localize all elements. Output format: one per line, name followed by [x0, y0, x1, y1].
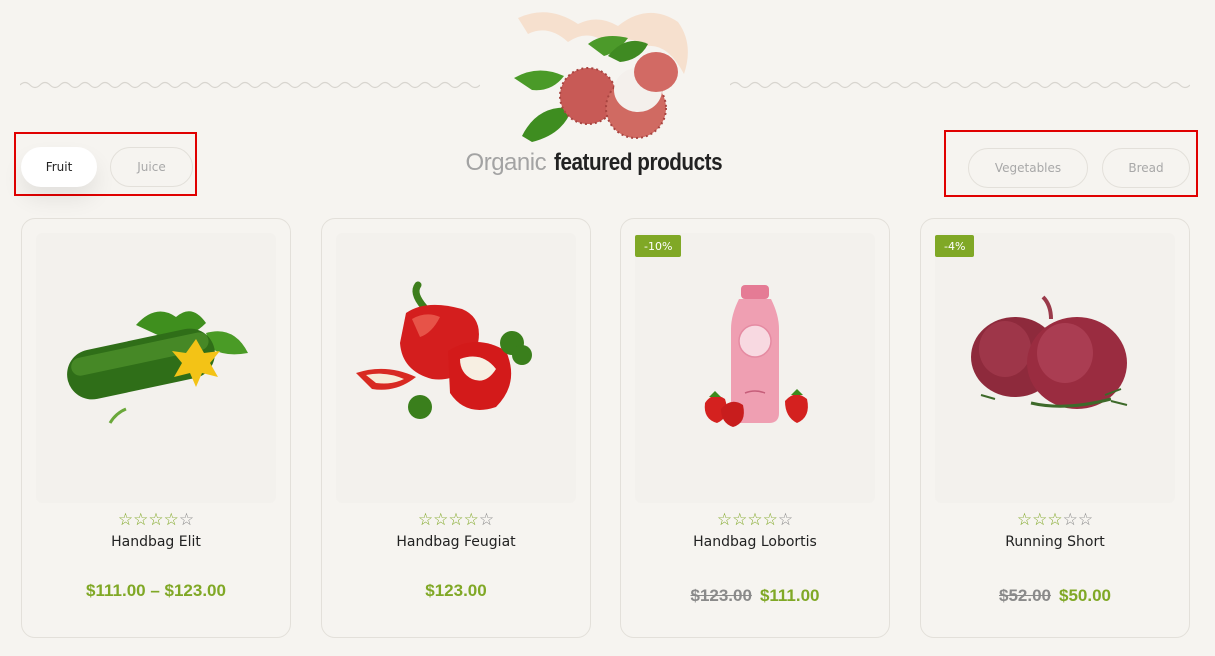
star-icon: ☆ [732, 510, 748, 530]
tab-bread-label: Bread [1128, 161, 1164, 175]
star-icon: ☆ [463, 510, 479, 530]
title-light-text: Organic [465, 149, 547, 176]
bell-pepper-image [356, 281, 532, 419]
star-icon: ☆ [1077, 510, 1094, 530]
product-price: $123.00 $111.00 [621, 586, 889, 606]
rating-stars: ☆☆☆☆☆ [22, 510, 290, 530]
star-icon: ☆ [133, 510, 149, 530]
star-icon: ☆ [1032, 510, 1048, 530]
discount-badge: -10% [635, 235, 682, 257]
current-price: $123.00 [425, 581, 487, 600]
product-price: $52.00 $50.00 [921, 586, 1189, 606]
star-icon: ☆ [1016, 510, 1033, 530]
wave-divider-left [20, 81, 480, 89]
current-price: $50.00 [1059, 586, 1111, 605]
current-price: $111.00 [759, 586, 820, 605]
star-icon: ☆ [716, 510, 733, 530]
star-icon: ☆ [478, 510, 495, 530]
product-image[interactable] [935, 233, 1175, 503]
star-icon: ☆ [178, 510, 195, 530]
star-icon: ☆ [777, 510, 794, 530]
wave-divider-right [730, 81, 1190, 89]
lychee-hero-image [514, 12, 688, 142]
star-icon: ☆ [747, 510, 763, 530]
star-icon: ☆ [448, 510, 464, 530]
star-icon: ☆ [1047, 510, 1063, 530]
product-card[interactable]: ☆☆☆☆☆ Handbag Feugiat $123.00 [321, 218, 591, 638]
current-price: $111.00 – $123.00 [86, 581, 226, 600]
product-name[interactable]: Running Short [921, 534, 1189, 550]
tab-vegetables-label: Vegetables [994, 161, 1062, 175]
rating-stars: ☆☆☆☆☆ [921, 510, 1189, 530]
product-image[interactable] [336, 233, 576, 503]
tab-bread[interactable]: Bread [1102, 148, 1190, 188]
old-price: $123.00 [690, 586, 752, 605]
product-name[interactable]: Handbag Feugiat [322, 534, 590, 550]
tab-vegetables[interactable]: Vegetables [968, 148, 1088, 188]
product-image[interactable] [635, 233, 875, 503]
strawberry-juice-image [704, 285, 808, 427]
star-icon: ☆ [1062, 510, 1078, 530]
product-card[interactable]: ☆☆☆☆☆ Handbag Elit $111.00 – $123.00 [21, 218, 291, 638]
red-onion-image [971, 295, 1128, 409]
product-card[interactable]: -4% ☆☆☆☆☆ Running Short $52.00 $50.00 [920, 218, 1190, 638]
product-price: $123.00 [322, 581, 590, 601]
star-icon: ☆ [433, 510, 449, 530]
rating-stars: ☆☆☆☆☆ [322, 510, 590, 530]
star-icon: ☆ [148, 510, 164, 530]
product-price: $111.00 – $123.00 [22, 581, 290, 601]
rating-stars: ☆☆☆☆☆ [621, 510, 889, 530]
product-name[interactable]: Handbag Lobortis [621, 534, 889, 550]
cucumber-image [67, 311, 248, 424]
star-icon: ☆ [117, 510, 134, 530]
star-icon: ☆ [163, 510, 179, 530]
product-image[interactable] [36, 233, 276, 503]
product-card[interactable]: -10% ☆☆☆☆☆ Handbag Lobortis $123.00 $111.… [620, 218, 890, 638]
product-name[interactable]: Handbag Elit [22, 534, 290, 550]
star-icon: ☆ [417, 510, 434, 530]
old-price: $52.00 [999, 586, 1051, 605]
discount-badge: -4% [935, 235, 975, 257]
title-bold-text: featured products [553, 149, 723, 176]
star-icon: ☆ [762, 510, 778, 530]
